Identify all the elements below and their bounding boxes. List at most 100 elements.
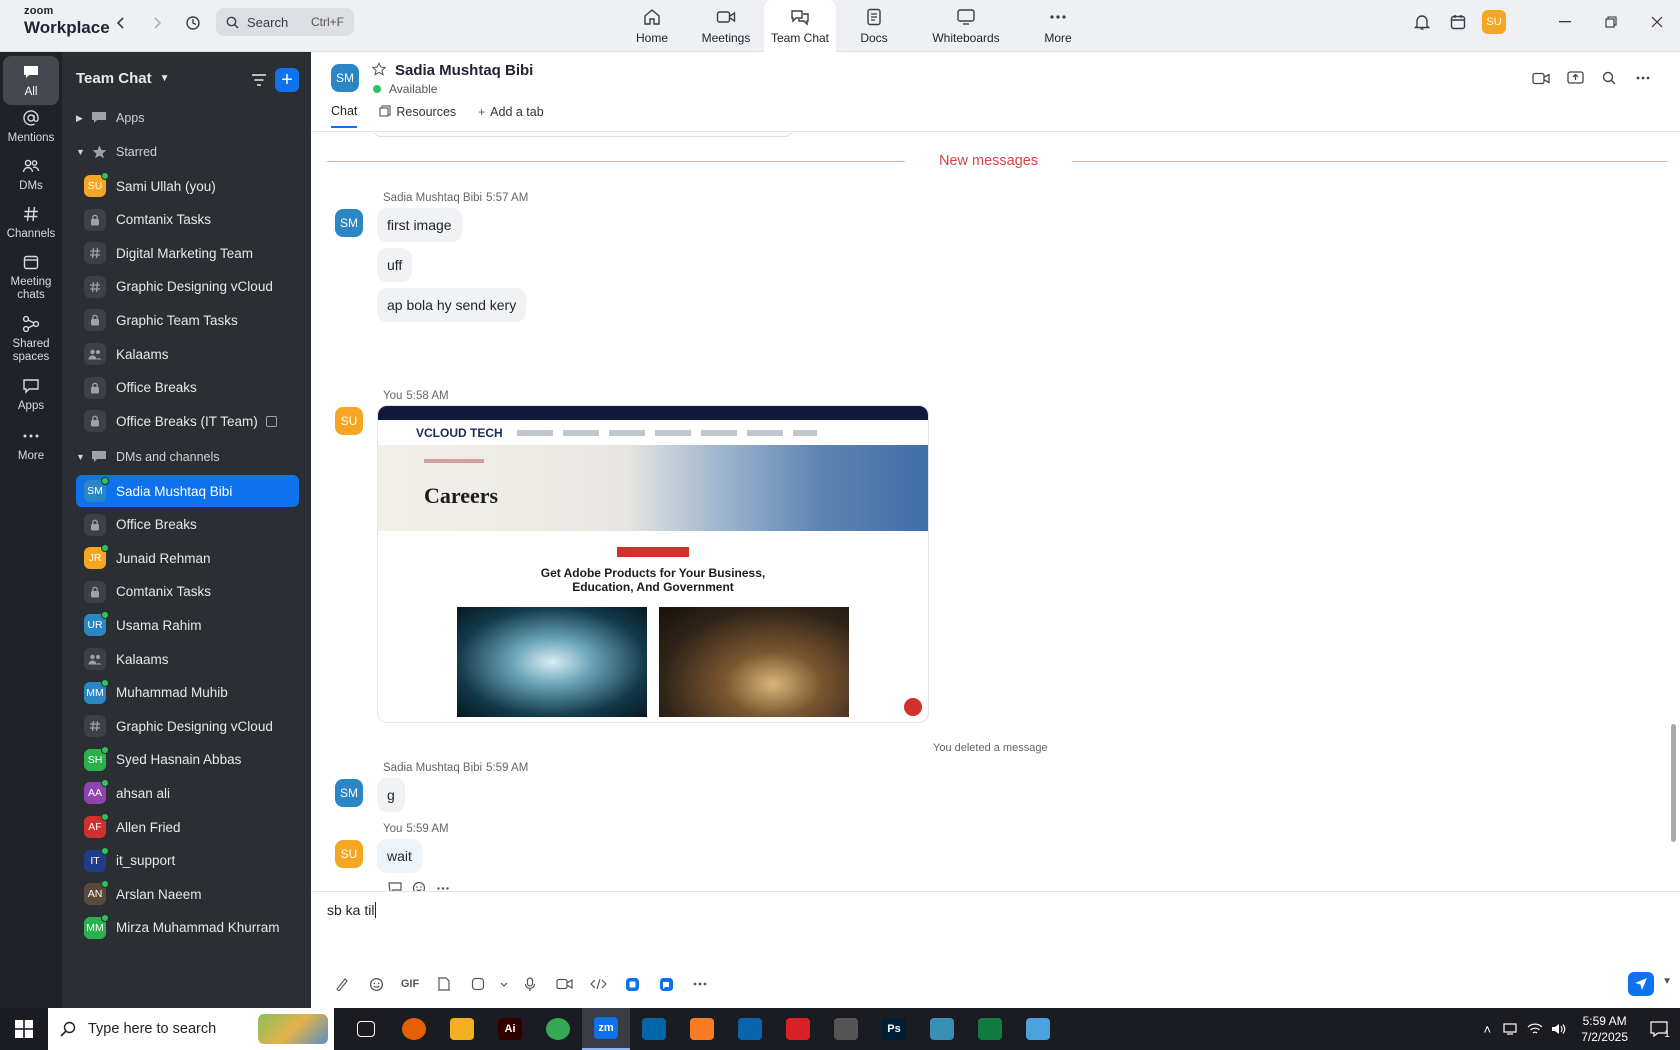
tab-chat[interactable]: Chat bbox=[331, 104, 358, 128]
avatar[interactable]: SM bbox=[335, 779, 363, 807]
taskbar-app-file-explorer[interactable] bbox=[438, 1008, 486, 1050]
avatar[interactable]: SM bbox=[331, 64, 359, 92]
star-icon[interactable] bbox=[371, 62, 387, 80]
sidebar-item-allen-fried[interactable]: AF Allen Fried bbox=[76, 811, 299, 843]
sidebar-item-ahsan-ali[interactable]: AA ahsan ali bbox=[76, 777, 299, 809]
volume-icon[interactable] bbox=[1547, 1023, 1571, 1035]
close-icon[interactable] bbox=[1634, 0, 1680, 44]
video-camera-icon[interactable] bbox=[1524, 66, 1558, 90]
sidebar-item-it-support[interactable]: IT it_support bbox=[76, 845, 299, 877]
message-scrollbar[interactable] bbox=[1671, 724, 1676, 842]
new-chat-button[interactable]: + bbox=[275, 68, 299, 92]
message-bubble[interactable]: wait bbox=[377, 839, 422, 873]
chevron-up-icon[interactable]: ˄ bbox=[1475, 1022, 1499, 1037]
rail-item-apps[interactable]: Apps bbox=[3, 376, 59, 413]
forward-arrow-icon[interactable] bbox=[146, 12, 168, 34]
calendar-icon[interactable] bbox=[1440, 7, 1476, 37]
minimize-icon[interactable] bbox=[1542, 0, 1588, 44]
code-snippet-icon[interactable] bbox=[581, 972, 615, 996]
taskbar-app-photoshop[interactable]: Ps bbox=[870, 1008, 918, 1050]
sidebar-item-mirza-muhammad-khurram[interactable]: MM Mirza Muhammad Khurram bbox=[76, 912, 299, 944]
sidebar-item-arslan-naeem[interactable]: AN Arslan Naeem bbox=[76, 878, 299, 910]
sidebar-section-apps[interactable]: ▶ Apps bbox=[76, 102, 299, 134]
taskbar-app-vscode[interactable] bbox=[630, 1008, 678, 1050]
tab-whiteboards[interactable]: Whiteboards bbox=[912, 0, 1020, 52]
emoji-icon[interactable] bbox=[359, 972, 393, 996]
taskbar-app-notepad[interactable] bbox=[1014, 1008, 1062, 1050]
tab-resources[interactable]: Resources bbox=[379, 104, 456, 128]
rail-item-all[interactable]: All bbox=[3, 56, 59, 105]
rail-item-mentions[interactable]: Mentions bbox=[3, 108, 59, 145]
sidebar-item-syed-hasnain-abbas[interactable]: SH Syed Hasnain Abbas bbox=[76, 744, 299, 776]
avatar[interactable]: SU bbox=[335, 407, 363, 435]
restore-icon[interactable] bbox=[1588, 0, 1634, 44]
taskbar-app-app-diamond[interactable] bbox=[918, 1008, 966, 1050]
notification-center-button[interactable]: 1 bbox=[1640, 1008, 1680, 1050]
add-reaction-icon[interactable] bbox=[407, 879, 431, 891]
tab-meetings[interactable]: Meetings bbox=[690, 0, 762, 52]
sidebar-item-office-breaks[interactable]: Office Breaks bbox=[76, 372, 299, 404]
bell-icon[interactable] bbox=[1404, 7, 1440, 37]
tab-add[interactable]: + Add a tab bbox=[478, 104, 544, 128]
zoom-app-icon[interactable] bbox=[649, 972, 683, 996]
taskbar-clock[interactable]: 5:59 AM 7/2/2025 bbox=[1581, 1013, 1628, 1045]
format-icon[interactable] bbox=[325, 972, 359, 996]
rail-item-shared-spaces[interactable]: Shared spaces bbox=[3, 314, 59, 363]
rail-item-more[interactable]: More bbox=[3, 426, 59, 463]
send-options-chevron-icon[interactable]: ▼ bbox=[1662, 976, 1672, 987]
sidebar-section-starred[interactable]: ▼ Starred bbox=[76, 136, 299, 168]
wifi-icon[interactable] bbox=[1523, 1023, 1547, 1035]
taskbar-app-creative-cloud[interactable] bbox=[774, 1008, 822, 1050]
taskbar-app-zoom[interactable]: zm bbox=[582, 1008, 630, 1050]
sidebar-item-kalaams[interactable]: Kalaams bbox=[76, 338, 299, 370]
sidebar-item-office-breaks-it-team[interactable]: Office Breaks (IT Team) bbox=[76, 405, 299, 437]
sidebar-item-kalaams[interactable]: Kalaams bbox=[76, 643, 299, 675]
taskbar-app-chrome[interactable] bbox=[534, 1008, 582, 1050]
sidebar-item-usama-rahim[interactable]: UR Usama Rahim bbox=[76, 609, 299, 641]
tab-home[interactable]: Home bbox=[616, 0, 688, 52]
sidebar-item-graphic-designing-vcloud[interactable]: Graphic Designing vCloud bbox=[76, 710, 299, 742]
network-icon[interactable] bbox=[1499, 1023, 1523, 1035]
sidebar-item-graphic-team-tasks[interactable]: Graphic Team Tasks bbox=[76, 304, 299, 336]
sidebar-item-junaid-rehman[interactable]: JR Junaid Rehman bbox=[76, 542, 299, 574]
sidebar-item-sami-ullah-you[interactable]: SU Sami Ullah (you) bbox=[76, 170, 299, 202]
taskbar-app-task-view[interactable] bbox=[342, 1008, 390, 1050]
tab-team-chat[interactable]: Team Chat bbox=[764, 0, 836, 52]
app-integration-icon[interactable] bbox=[615, 972, 649, 996]
more-options-icon[interactable] bbox=[1626, 66, 1660, 90]
rail-item-channels[interactable]: Channels bbox=[3, 204, 59, 241]
rail-item-dms[interactable]: DMs bbox=[3, 156, 59, 193]
microphone-icon[interactable] bbox=[513, 972, 547, 996]
message-list[interactable]: New messages SM Sadia Mushtaq Bibi 5:57 A… bbox=[311, 133, 1680, 891]
chevron-down-icon[interactable] bbox=[495, 972, 513, 996]
taskbar-app-excel[interactable] bbox=[966, 1008, 1014, 1050]
sidebar-item-muhammad-muhib[interactable]: MM Muhammad Muhib bbox=[76, 677, 299, 709]
taskbar-search-input[interactable]: Type here to search bbox=[48, 1008, 334, 1050]
send-button[interactable] bbox=[1628, 972, 1654, 996]
previous-image-attachment[interactable] bbox=[373, 133, 793, 137]
user-avatar-button[interactable]: SU bbox=[1476, 7, 1512, 37]
reply-icon[interactable] bbox=[383, 879, 407, 891]
taskbar-app-xampp[interactable] bbox=[678, 1008, 726, 1050]
file-icon[interactable] bbox=[427, 972, 461, 996]
taskbar-app-illustrator[interactable]: Ai bbox=[486, 1008, 534, 1050]
avatar[interactable]: SU bbox=[335, 840, 363, 868]
search-box[interactable]: Search Ctrl+F bbox=[216, 8, 354, 36]
sidebar-item-graphic-designing-vcloud[interactable]: Graphic Designing vCloud bbox=[76, 271, 299, 303]
contact-name[interactable]: Sadia Mushtaq Bibi bbox=[395, 62, 533, 79]
gif-button[interactable]: GIF bbox=[393, 972, 427, 996]
message-input[interactable]: sb ka til bbox=[327, 902, 377, 918]
avatar[interactable]: SM bbox=[335, 209, 363, 237]
share-screen-icon[interactable] bbox=[1558, 66, 1592, 90]
message-bubble[interactable]: ap bola hy send kery bbox=[377, 288, 527, 322]
sidebar-item-sadia-mushtaq-bibi[interactable]: SM Sadia Mushtaq Bibi bbox=[76, 475, 299, 507]
video-message-icon[interactable] bbox=[547, 972, 581, 996]
more-options-icon[interactable] bbox=[683, 972, 717, 996]
sidebar-item-comtanix-tasks[interactable]: Comtanix Tasks bbox=[76, 204, 299, 236]
history-clock-icon[interactable] bbox=[182, 12, 204, 34]
sidebar-item-office-breaks[interactable]: Office Breaks bbox=[76, 509, 299, 541]
sidebar-title-dropdown[interactable]: Team Chat ▼ bbox=[76, 70, 169, 87]
rail-item-meeting-chats[interactable]: Meeting chats bbox=[3, 252, 59, 301]
tab-more[interactable]: More bbox=[1022, 0, 1094, 52]
sidebar-section-dms[interactable]: ▼ DMs and channels bbox=[76, 441, 299, 473]
